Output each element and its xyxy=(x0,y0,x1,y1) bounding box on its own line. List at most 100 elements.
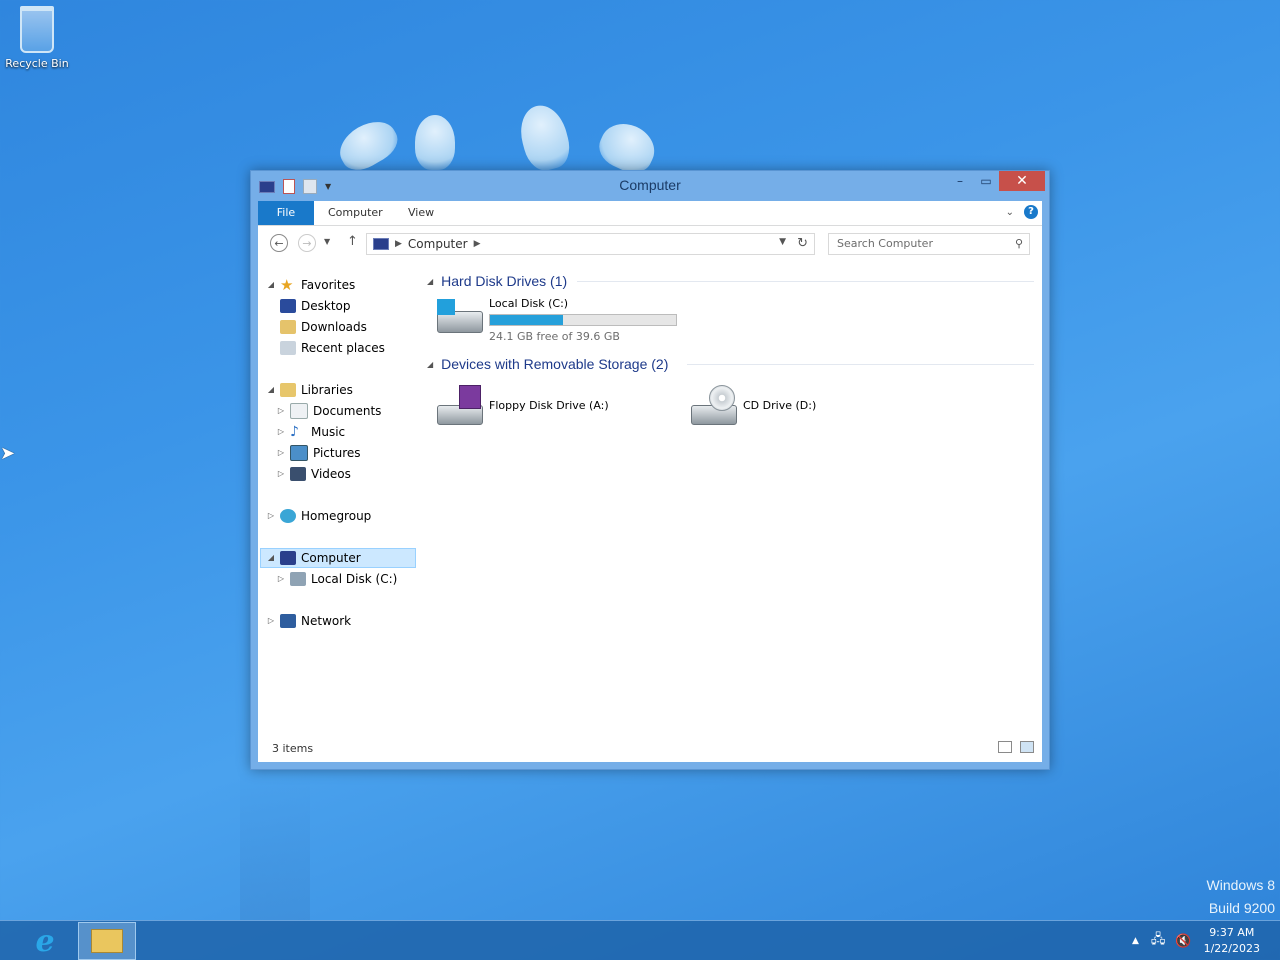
recent-locations-icon[interactable]: ▼ xyxy=(324,237,330,246)
nav-local-disk-label: Local Disk (C:) xyxy=(311,572,398,586)
show-hidden-icons-icon[interactable]: ▲ xyxy=(1132,936,1139,946)
file-explorer-icon xyxy=(91,929,123,953)
documents-icon xyxy=(290,403,308,419)
volume-muted-icon[interactable]: 🔇 xyxy=(1175,934,1191,949)
wallpaper-petal xyxy=(415,115,455,170)
nav-favorites[interactable]: ◢ ★ Favorites xyxy=(266,275,355,295)
expand-ribbon-icon[interactable]: ⌄ xyxy=(1006,207,1014,218)
group-removable-storage[interactable]: ◢ Devices with Removable Storage (2) xyxy=(427,353,668,375)
nav-music[interactable]: ▷ ♪ Music xyxy=(276,422,345,442)
network-status-icon[interactable]: 🖧 xyxy=(1151,930,1166,952)
details-view-icon[interactable] xyxy=(998,741,1012,753)
search-input[interactable]: Search Computer ⚲ xyxy=(828,233,1030,255)
maximize-button[interactable]: ▭ xyxy=(973,171,999,191)
collapsed-icon[interactable]: ▷ xyxy=(276,443,286,463)
recycle-bin-desktop-icon[interactable]: Recycle Bin xyxy=(4,6,70,70)
system-tray: ▲ 🖧 🔇 9:37 AM 1/22/2023 xyxy=(1132,921,1280,960)
hard-drive-icon xyxy=(435,297,483,337)
nav-recent-places-label: Recent places xyxy=(301,341,385,355)
close-button[interactable]: ✕ xyxy=(999,171,1045,191)
nav-documents-label: Documents xyxy=(313,404,382,418)
group-divider xyxy=(687,364,1034,365)
nav-network[interactable]: ▷ Network xyxy=(266,611,351,631)
breadcrumb-computer[interactable]: Computer xyxy=(408,237,468,251)
drive-local-disk-c[interactable]: Local Disk (C:) 24.1 GB free of 39.6 GB xyxy=(435,297,677,343)
expanded-icon[interactable]: ◢ xyxy=(266,380,276,400)
cd-drive-name: CD Drive (D:) xyxy=(743,398,817,412)
search-icon[interactable]: ⚲ xyxy=(1015,234,1023,254)
tab-view[interactable]: View xyxy=(408,201,434,225)
nav-recent-places[interactable]: Recent places xyxy=(276,338,385,358)
breadcrumb-separator-icon[interactable]: ▶ xyxy=(395,239,402,249)
drive-floppy-a[interactable]: Floppy Disk Drive (A:) xyxy=(435,385,609,425)
nav-documents[interactable]: ▷ Documents xyxy=(276,401,381,421)
refresh-icon[interactable]: ↻ xyxy=(797,236,808,251)
tab-computer[interactable]: Computer xyxy=(328,201,383,225)
minimize-button[interactable]: – xyxy=(947,171,973,191)
collapsed-icon[interactable]: ▷ xyxy=(266,611,276,631)
taskbar: e ▲ 🖧 🔇 9:37 AM 1/22/2023 xyxy=(0,920,1280,960)
large-icons-view-icon[interactable] xyxy=(1020,741,1034,753)
windows-logo-icon xyxy=(437,299,455,315)
up-arrow-icon[interactable]: ↑ xyxy=(347,234,358,249)
collapsed-icon[interactable]: ▷ xyxy=(276,464,286,484)
nav-homegroup[interactable]: ▷ Homegroup xyxy=(266,506,371,526)
explorer-window: ▼ Computer – ▭ ✕ File Computer View ⌄ ? … xyxy=(250,170,1050,770)
collapsed-icon[interactable]: ▷ xyxy=(276,422,286,442)
wallpaper-petal xyxy=(332,112,404,178)
local-disk-free-space: 24.1 GB free of 39.6 GB xyxy=(489,330,620,343)
recycle-bin-label: Recycle Bin xyxy=(5,57,69,70)
taskbar-file-explorer[interactable] xyxy=(78,922,136,960)
computer-icon xyxy=(280,551,296,565)
cd-drive-icon xyxy=(689,385,737,425)
collapsed-icon[interactable]: ▷ xyxy=(276,401,286,421)
content-pane: ◢ Hard Disk Drives (1) Local Disk (C:) 2… xyxy=(423,267,1042,736)
nav-homegroup-label: Homegroup xyxy=(301,509,372,523)
back-button[interactable]: ← xyxy=(270,234,288,252)
help-icon[interactable]: ? xyxy=(1024,205,1038,219)
clock[interactable]: 9:37 AM 1/22/2023 xyxy=(1204,925,1260,957)
taskbar-internet-explorer[interactable]: e xyxy=(16,922,74,960)
item-count: 3 items xyxy=(272,742,314,755)
disk-usage-bar xyxy=(489,314,677,326)
local-disk-name: Local Disk (C:) xyxy=(489,297,569,310)
group-removable-label: Devices with Removable Storage (2) xyxy=(441,356,669,372)
nav-local-disk[interactable]: ▷ Local Disk (C:) xyxy=(276,569,397,589)
windows-build-watermark: Build 9200 xyxy=(1208,900,1275,916)
star-icon: ★ xyxy=(280,276,294,294)
expanded-icon[interactable]: ◢ xyxy=(266,275,276,295)
recent-places-icon xyxy=(280,341,296,355)
nav-computer[interactable]: ◢ Computer xyxy=(260,548,416,568)
status-bar: 3 items xyxy=(258,736,1042,762)
navigation-bar: ← → ▼ ↑ ▶ Computer ▶ ▼ ↻ Search Computer… xyxy=(258,226,1042,262)
homegroup-icon xyxy=(280,509,296,523)
nav-videos[interactable]: ▷ Videos xyxy=(276,464,351,484)
expanded-icon[interactable]: ◢ xyxy=(266,548,276,568)
group-hard-disk-drives[interactable]: ◢ Hard Disk Drives (1) xyxy=(427,270,567,292)
floppy-disk-icon xyxy=(459,385,481,409)
title-bar[interactable]: ▼ Computer – ▭ ✕ xyxy=(251,171,1049,201)
nav-downloads[interactable]: Downloads xyxy=(276,317,367,337)
nav-pictures[interactable]: ▷ Pictures xyxy=(276,443,361,463)
downloads-icon xyxy=(280,320,296,334)
expanded-icon[interactable]: ◢ xyxy=(427,360,433,369)
group-hdd-label: Hard Disk Drives (1) xyxy=(441,273,568,289)
collapsed-icon[interactable]: ▷ xyxy=(266,506,276,526)
breadcrumb-separator-icon[interactable]: ▶ xyxy=(474,239,481,249)
drive-cd-d[interactable]: CD Drive (D:) xyxy=(689,385,816,425)
videos-icon xyxy=(290,467,306,481)
tab-file[interactable]: File xyxy=(258,201,314,225)
address-bar[interactable]: ▶ Computer ▶ ▼ ↻ xyxy=(366,233,815,255)
nav-desktop[interactable]: Desktop xyxy=(276,296,351,316)
clock-date: 1/22/2023 xyxy=(1203,942,1260,955)
address-dropdown-icon[interactable]: ▼ xyxy=(779,237,786,247)
pictures-icon xyxy=(290,445,308,461)
forward-button[interactable]: → xyxy=(298,234,316,252)
nav-pictures-label: Pictures xyxy=(313,446,361,460)
collapsed-icon[interactable]: ▷ xyxy=(276,569,286,589)
computer-icon xyxy=(373,238,389,250)
nav-libraries[interactable]: ◢ Libraries xyxy=(266,380,353,400)
expanded-icon[interactable]: ◢ xyxy=(427,277,433,286)
group-divider xyxy=(577,281,1034,282)
local-disk-icon xyxy=(290,572,306,586)
